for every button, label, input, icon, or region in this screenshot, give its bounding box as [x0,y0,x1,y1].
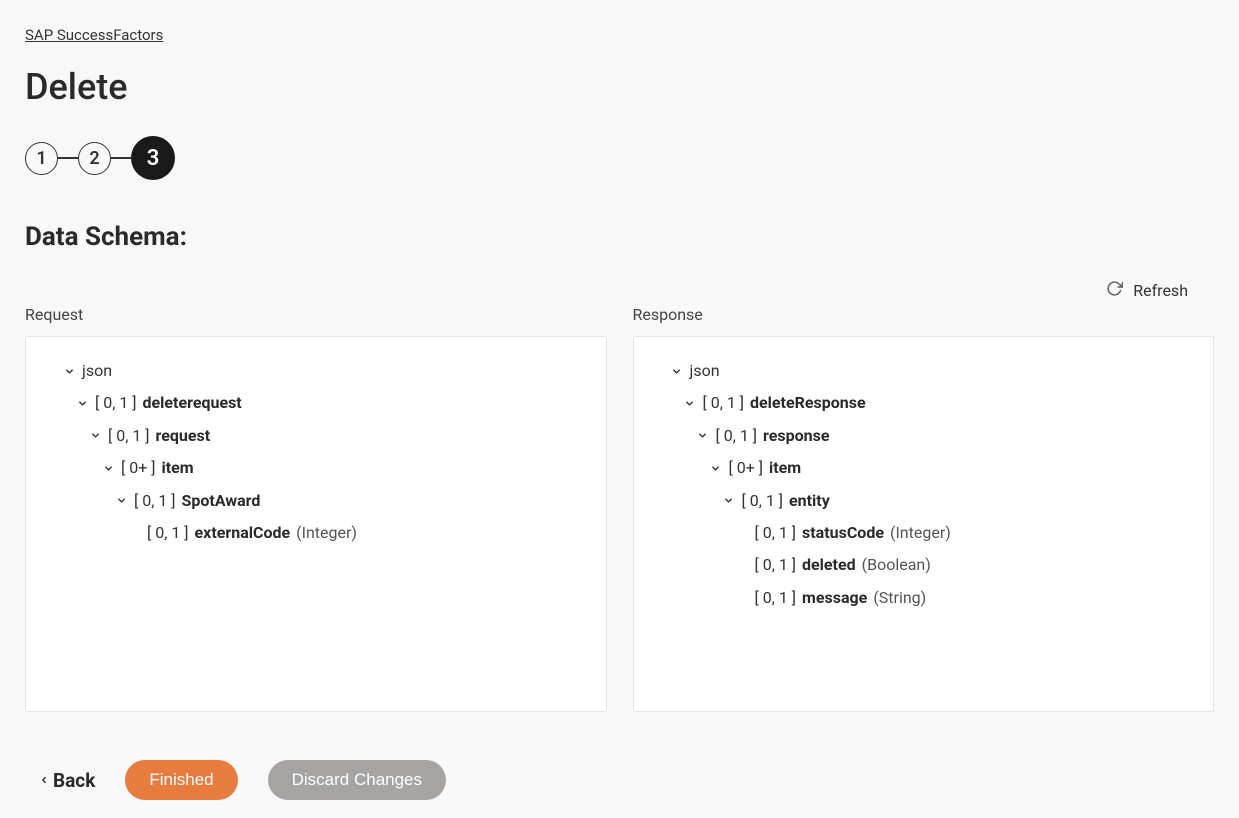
request-panel: Request json[ 0, 1 ] deleterequest[ 0, 1… [25,305,607,712]
page-title: Delete [25,66,1214,108]
tree-node-name: message [802,587,867,609]
back-label: Back [53,769,95,792]
tree-node-cardinality: [ 0, 1 ] [147,522,189,544]
tree-node-cardinality: [ 0, 1 ] [755,554,797,576]
request-panel-label: Request [25,305,607,324]
response-tree: json[ 0, 1 ] deleteResponse[ 0, 1 ] resp… [633,336,1215,712]
tree-node-root[interactable]: json [656,355,1192,387]
tree-node-name: item [769,457,801,479]
tree-node: [ 0, 1 ] message (String) [656,582,1192,614]
tree-node-cardinality: [ 0, 1 ] [742,490,784,512]
tree-node[interactable]: [ 0+ ] item [656,452,1192,484]
tree-node-name: deleterequest [143,392,242,414]
tree-node-cardinality: [ 0+ ] [729,457,764,479]
tree-node-cardinality: [ 0, 1 ] [134,490,176,512]
tree-node[interactable]: [ 0, 1 ] SpotAward [48,485,584,517]
tree-node-cardinality: [ 0+ ] [121,457,156,479]
response-panel-label: Response [633,305,1215,324]
tree-node: [ 0, 1 ] statusCode (Integer) [656,517,1192,549]
tree-node-name: externalCode [195,522,291,544]
tree-node-name: statusCode [802,522,884,544]
tree-node-type: (Integer) [296,522,357,544]
tree-node-name: item [162,457,194,479]
step-connector [58,157,78,159]
step-2[interactable]: 2 [78,142,111,175]
breadcrumb-link[interactable]: SAP SuccessFactors [25,26,163,44]
chevron-down-icon [101,463,115,474]
tree-node-cardinality: [ 0, 1 ] [755,522,797,544]
chevron-left-icon [39,769,49,792]
tree-node-cardinality: [ 0, 1 ] [755,587,797,609]
tree-node-name: request [156,425,211,447]
request-tree: json[ 0, 1 ] deleterequest[ 0, 1 ] reque… [25,336,607,712]
refresh-button[interactable]: Refresh [1106,280,1188,301]
tree-node-cardinality: [ 0, 1 ] [716,425,758,447]
finished-button[interactable]: Finished [125,760,237,800]
tree-node-cardinality: [ 0, 1 ] [703,392,745,414]
chevron-down-icon [696,430,710,441]
tree-node-name: deleteResponse [750,392,866,414]
tree-node-label: json [82,360,112,382]
tree-node-name: entity [789,490,830,512]
chevron-down-icon [722,495,736,506]
chevron-down-icon [75,398,89,409]
tree-node[interactable]: [ 0, 1 ] response [656,420,1192,452]
tree-node-label: json [690,360,720,382]
tree-node-cardinality: [ 0, 1 ] [95,392,137,414]
tree-node-root[interactable]: json [48,355,584,387]
tree-node: [ 0, 1 ] externalCode (Integer) [48,517,584,549]
back-button[interactable]: Back [39,769,95,792]
tree-node[interactable]: [ 0, 1 ] deleteResponse [656,387,1192,419]
refresh-label: Refresh [1133,281,1188,300]
tree-node[interactable]: [ 0, 1 ] request [48,420,584,452]
step-connector [111,157,131,159]
chevron-down-icon [62,366,76,377]
tree-node-name: response [763,425,829,447]
tree-node[interactable]: [ 0+ ] item [48,452,584,484]
discard-changes-button[interactable]: Discard Changes [268,760,446,800]
chevron-down-icon [88,430,102,441]
tree-node-name: SpotAward [182,490,261,512]
step-1[interactable]: 1 [25,142,58,175]
tree-node-type: (Boolean) [862,554,931,576]
response-panel: Response json[ 0, 1 ] deleteResponse[ 0,… [633,305,1215,712]
section-heading: Data Schema: [25,222,1214,252]
step-3[interactable]: 3 [131,136,175,180]
tree-node-type: (String) [873,587,926,609]
chevron-down-icon [709,463,723,474]
tree-node[interactable]: [ 0, 1 ] deleterequest [48,387,584,419]
chevron-down-icon [683,398,697,409]
refresh-icon [1106,280,1123,301]
tree-node[interactable]: [ 0, 1 ] entity [656,485,1192,517]
tree-node: [ 0, 1 ] deleted (Boolean) [656,549,1192,581]
wizard-stepper: 1 2 3 [25,136,1214,180]
chevron-down-icon [670,366,684,377]
tree-node-type: (Integer) [890,522,951,544]
tree-node-name: deleted [802,554,856,576]
chevron-down-icon [114,495,128,506]
tree-node-cardinality: [ 0, 1 ] [108,425,150,447]
